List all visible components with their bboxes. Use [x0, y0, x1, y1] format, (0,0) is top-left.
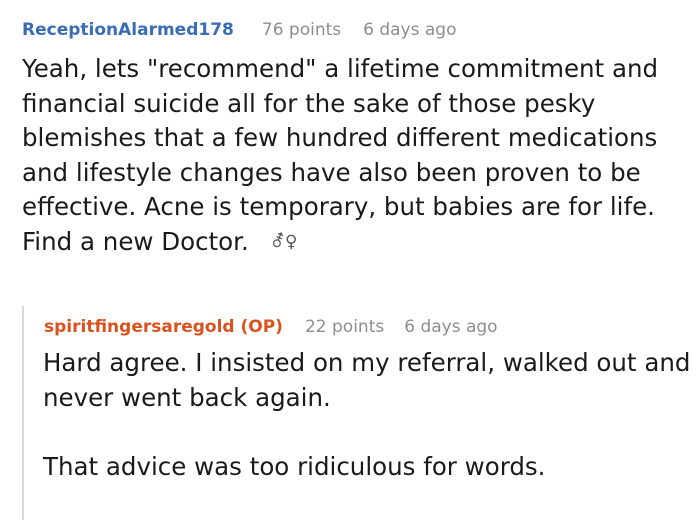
comment-thread: ReceptionAlarmed178 76 points 6 days ago Y… — [0, 0, 700, 520]
gender-symbols-icon: ⚦♀ — [270, 231, 298, 252]
comment-username[interactable]: ReceptionAlarmed178 — [22, 20, 234, 40]
reply-meta: spiritfingersaregold (OP) 22 points 6 days… — [44, 317, 498, 337]
comment-meta: ReceptionAlarmed178 76 points 6 days ago — [22, 20, 456, 40]
reply-body: Hard agree. I insisted on my referral, w… — [43, 346, 698, 484]
reply-timestamp: 6 days ago — [404, 317, 498, 337]
comment-timestamp: 6 days ago — [363, 20, 457, 40]
comment-text: Yeah, lets "recommend" a lifetime commit… — [22, 54, 659, 256]
reply-paragraph: That advice was too ridiculous for words… — [43, 451, 546, 481]
thread-line[interactable] — [22, 306, 24, 520]
reply-points: 22 points — [304, 317, 385, 337]
comment-body: Yeah, lets "recommend" a lifetime commit… — [22, 52, 692, 259]
comment-points: 76 points — [261, 20, 342, 40]
reply-paragraph: Hard agree. I insisted on my referral, w… — [43, 348, 691, 412]
reply-username[interactable]: spiritfingersaregold (OP) — [44, 317, 283, 337]
reply-comment: spiritfingersaregold (OP) 22 points 6 days… — [22, 306, 700, 520]
